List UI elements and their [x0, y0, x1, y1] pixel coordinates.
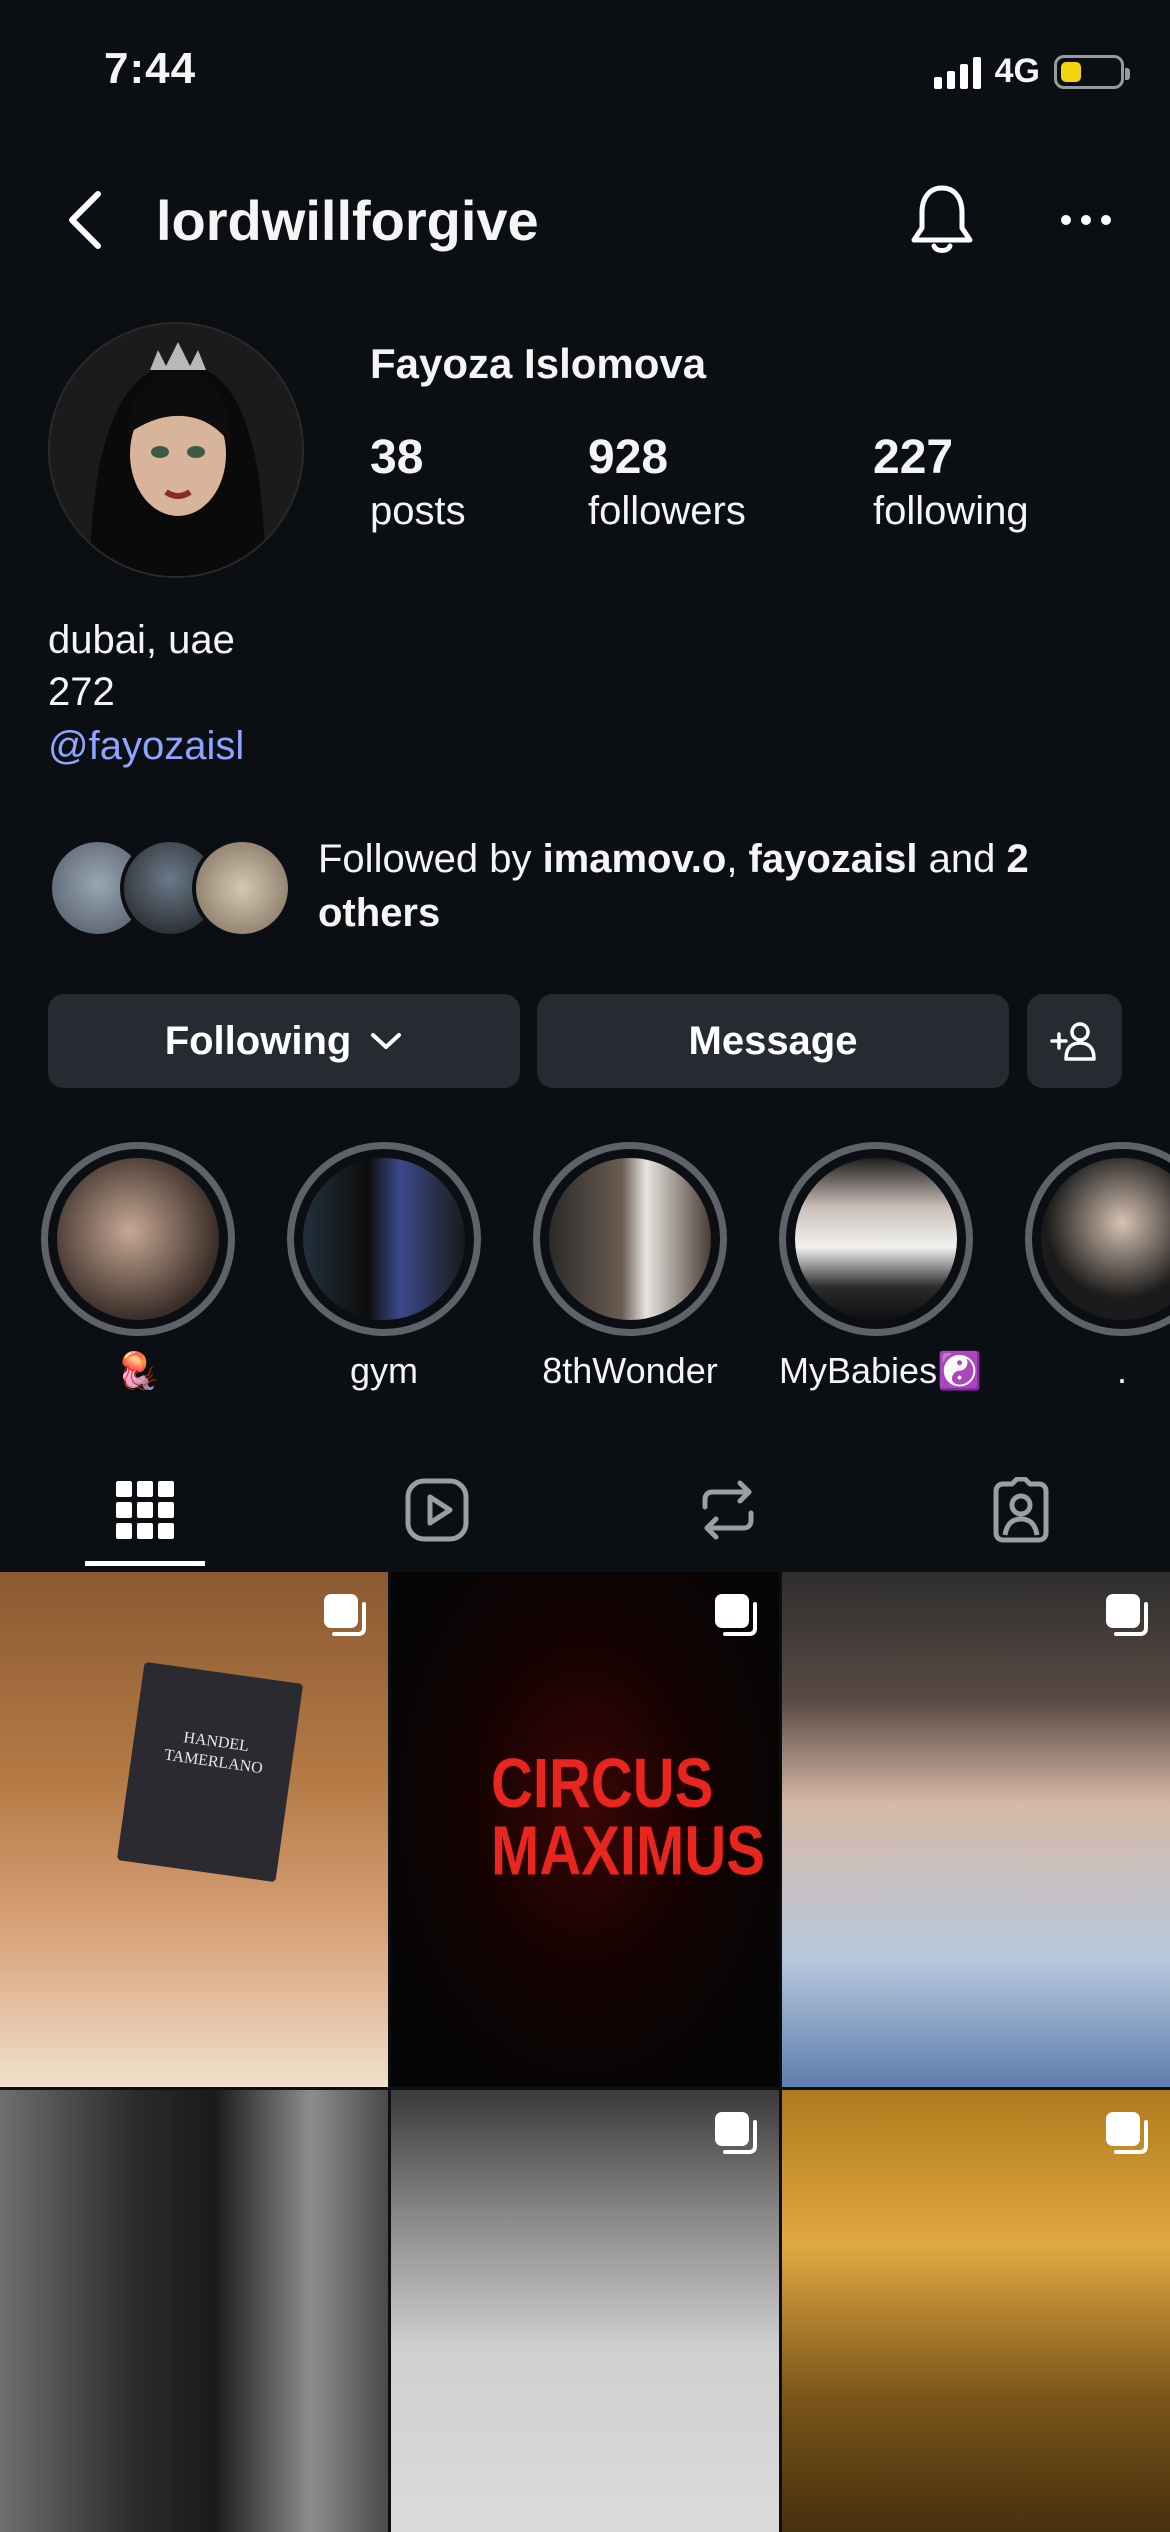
page-title: lordwillforgive	[156, 189, 539, 252]
active-tab-indicator	[85, 1561, 205, 1566]
followed-by-sep: ,	[726, 837, 749, 881]
message-button[interactable]: Message	[537, 994, 1009, 1088]
following-button-label: Following	[164, 1018, 352, 1063]
bio-number: 272	[48, 670, 115, 714]
carousel-icon	[1106, 2112, 1148, 2154]
following-button[interactable]: Following	[48, 994, 520, 1088]
post-booklet: HANDEL TAMERLANO	[116, 1661, 304, 1883]
mutual-followers-avatars[interactable]	[48, 838, 298, 938]
post-tile[interactable]: CIRCUS MAXIMUS	[391, 1572, 779, 2087]
status-indicators: 4G	[933, 52, 1130, 91]
avatar-illustration	[50, 324, 302, 576]
bio-location: dubai, uae	[48, 618, 235, 662]
highlight-label: 🪼	[115, 1350, 161, 1391]
post-caption: HANDEL TAMERLANO	[163, 1729, 264, 1778]
following-stat[interactable]: 227 following	[873, 430, 1029, 536]
tab-tagged[interactable]	[956, 1450, 1086, 1570]
highlight-cover	[303, 1158, 465, 1320]
post-tile[interactable]	[782, 1572, 1170, 2087]
carousel-icon	[1106, 1594, 1148, 1636]
followed-by-prefix: Followed by	[318, 837, 543, 881]
posts-count: 38	[370, 431, 424, 484]
followed-by-and: and	[917, 837, 1007, 881]
battery-icon	[1054, 54, 1130, 89]
highlight-item[interactable]: MyBabies☯️	[779, 1142, 982, 1392]
followers-label: followers	[588, 489, 746, 533]
highlight-label: MyBabies☯️	[779, 1350, 982, 1391]
suggested-users-button[interactable]	[1027, 994, 1122, 1088]
more-horizontal-icon	[1061, 215, 1111, 225]
carousel-icon	[324, 1594, 366, 1636]
highlight-cover	[1041, 1158, 1170, 1320]
followed-by-text[interactable]: Followed by imamov.o, fayozaisl and 2 ot…	[318, 832, 1138, 940]
bell-icon	[911, 185, 973, 253]
post-caption: CIRCUS MAXIMUS	[491, 1744, 765, 1890]
highlight-label: 8thWonder	[542, 1350, 718, 1391]
posts-label: posts	[370, 489, 466, 533]
status-time: 7:44	[104, 44, 197, 93]
display-name: Fayoza Islomova	[370, 340, 707, 387]
mutual-user-1: imamov.o	[542, 837, 727, 881]
highlight-cover	[549, 1158, 711, 1320]
add-user-icon	[1049, 1022, 1096, 1061]
signal-icon	[933, 55, 981, 89]
mutual-user-2: fayozaisl	[748, 837, 918, 881]
posts-stat[interactable]: 38 posts	[370, 430, 466, 536]
followers-stat[interactable]: 928 followers	[588, 430, 746, 536]
highlight-label: gym	[349, 1350, 418, 1391]
status-bar: 7:44 4G	[0, 0, 1170, 150]
highlight-item[interactable]: 8thWonder	[533, 1142, 727, 1392]
post-tile[interactable]	[0, 2090, 388, 2532]
highlight-item[interactable]: .	[1025, 1142, 1170, 1392]
post-tile[interactable]: HANDEL TAMERLANO	[0, 1572, 388, 2087]
followers-count: 928	[588, 431, 669, 484]
profile-header: lordwillforgive	[0, 170, 1170, 270]
back-button[interactable]	[58, 188, 118, 252]
highlight-cover	[795, 1158, 957, 1320]
carousel-icon	[715, 1594, 757, 1636]
following-count: 227	[873, 431, 954, 484]
highlight-cover	[57, 1158, 219, 1320]
highlight-label: .	[1116, 1350, 1127, 1391]
highlight-item[interactable]: 🪼	[41, 1142, 235, 1392]
tab-reels[interactable]	[372, 1450, 502, 1570]
grid-icon	[116, 1481, 174, 1539]
notifications-button[interactable]	[906, 180, 978, 260]
tab-reposts[interactable]	[663, 1450, 793, 1570]
chevron-down-icon	[371, 1033, 402, 1049]
reels-icon	[405, 1478, 469, 1542]
mutual-avatar-3	[192, 838, 292, 938]
carousel-icon	[715, 2112, 757, 2154]
profile-tabs	[0, 1450, 1170, 1570]
highlight-item[interactable]: gym	[287, 1142, 481, 1392]
tab-posts[interactable]	[80, 1450, 210, 1570]
tagged-user-icon	[993, 1477, 1049, 1543]
repost-icon	[702, 1480, 754, 1540]
more-options-button[interactable]	[1056, 200, 1116, 240]
following-label: following	[873, 489, 1029, 533]
bio-link[interactable]: @fayozaisl	[48, 724, 244, 769]
post-tile[interactable]	[782, 2090, 1170, 2532]
post-tile[interactable]	[391, 2090, 779, 2532]
message-button-label: Message	[688, 1018, 858, 1063]
profile-avatar[interactable]	[48, 322, 304, 578]
network-type: 4G	[994, 52, 1040, 90]
chevron-left-icon	[69, 191, 101, 249]
